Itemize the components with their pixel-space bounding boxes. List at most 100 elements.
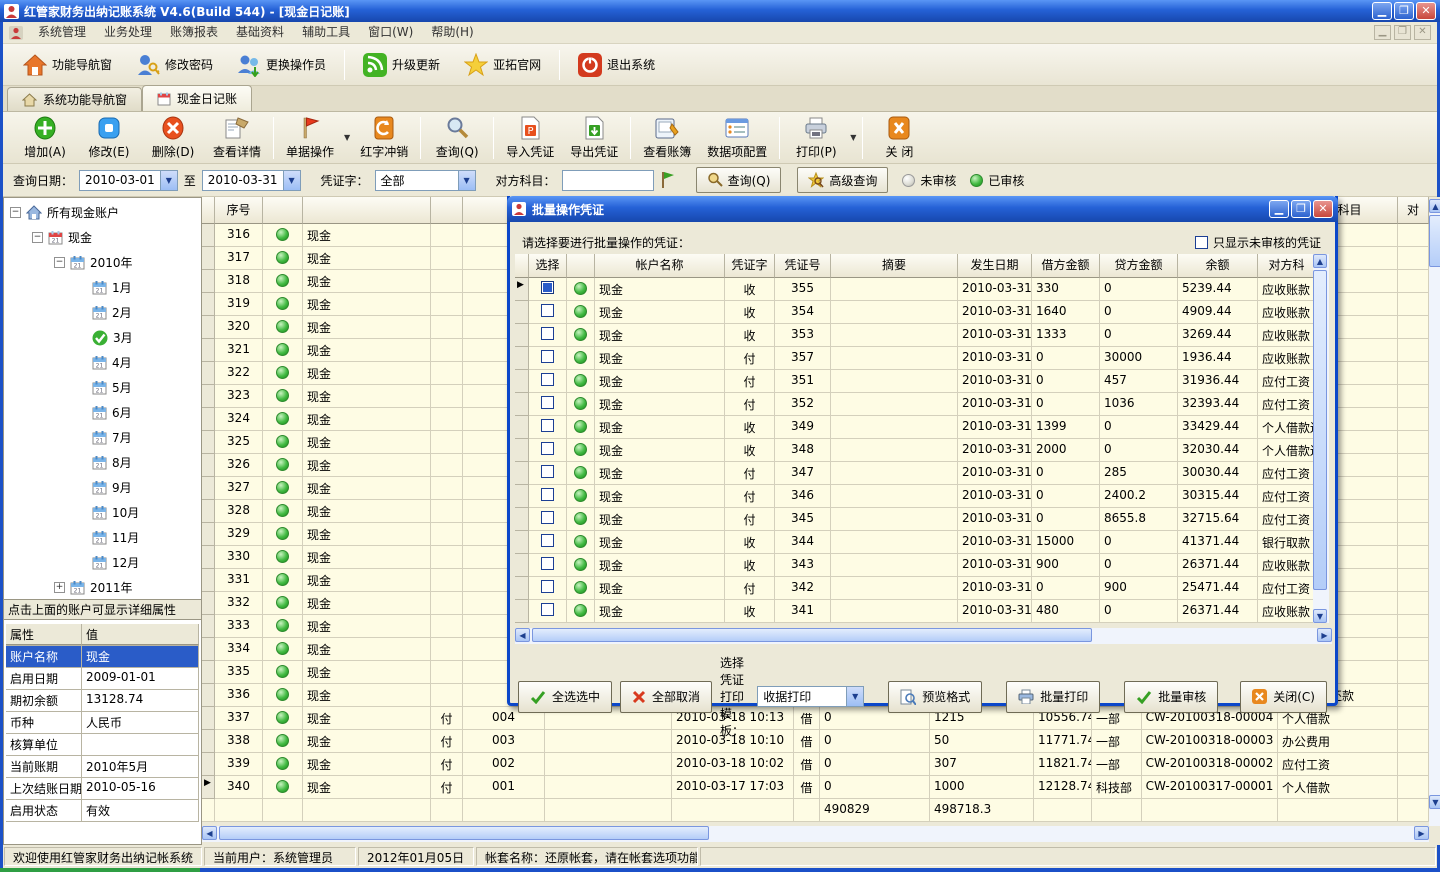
checkbox-icon[interactable]: [541, 488, 554, 501]
checkbox-icon[interactable]: [541, 350, 554, 363]
property-row[interactable]: 上次结账日期2010-05-16: [6, 778, 199, 800]
dialog-column-header-check[interactable]: 选择: [529, 254, 567, 278]
tree-expander-icon[interactable]: −: [32, 232, 43, 243]
delete-button[interactable]: 删除(D): [141, 114, 205, 162]
dialog-column-header-vno[interactable]: 凭证号: [775, 254, 831, 278]
select-all-button[interactable]: 全选选中: [518, 681, 612, 713]
menu-help[interactable]: 帮助(H): [422, 22, 482, 43]
tree-item-6月[interactable]: 216月: [4, 400, 201, 425]
property-row[interactable]: 币种人民币: [6, 712, 199, 734]
dialog-voucher-row[interactable]: ▶现金收3552010-03-3133005239.44应收账款: [515, 278, 1316, 301]
tree-item-9月[interactable]: 219月: [4, 475, 201, 500]
column-header-extra[interactable]: 对: [1398, 197, 1429, 224]
chevron-down-icon[interactable]: ▼: [846, 687, 863, 706]
dialog-column-header-summary[interactable]: 摘要: [831, 254, 958, 278]
dialog-voucher-row[interactable]: 现金付3522010-03-310103632393.44应付工资: [515, 393, 1316, 416]
tree-expander-icon[interactable]: −: [10, 207, 21, 218]
checkbox-icon[interactable]: [541, 419, 554, 432]
checkbox-icon[interactable]: [541, 580, 554, 593]
select-checkbox[interactable]: [529, 393, 567, 416]
view-detail-button[interactable]: 查看详情: [205, 114, 269, 162]
data-config-button[interactable]: 数据项配置: [699, 114, 775, 162]
dialog-column-header-credit[interactable]: 贷方金额: [1100, 254, 1178, 278]
select-checkbox[interactable]: [529, 347, 567, 370]
property-row[interactable]: 核算单位: [6, 734, 199, 756]
exit-button[interactable]: 退出系统: [566, 48, 667, 82]
select-checkbox[interactable]: [529, 554, 567, 577]
dialog-voucher-row[interactable]: 现金付3422010-03-31090025471.44应付工资: [515, 577, 1316, 600]
column-header-marker[interactable]: [202, 197, 215, 224]
table-horizontal-scrollbar[interactable]: ◀ ▶: [202, 826, 1429, 842]
select-checkbox[interactable]: [529, 439, 567, 462]
dialog-voucher-row[interactable]: 现金收3432010-03-31900026371.44应收账款: [515, 554, 1316, 577]
checkbox-icon[interactable]: [541, 534, 554, 547]
close-view-button[interactable]: 关 闭: [867, 114, 931, 162]
column-header-account[interactable]: [303, 197, 431, 224]
red-reversal-button[interactable]: 红字冲销: [352, 114, 416, 162]
dialog-horizontal-scrollbar[interactable]: ◀ ▶: [515, 628, 1332, 644]
dialog-voucher-row[interactable]: 现金付3452010-03-3108655.832715.64应付工资: [515, 508, 1316, 531]
flag-green-icon[interactable]: [660, 171, 676, 189]
select-checkbox[interactable]: [529, 600, 567, 623]
dialog-column-header-marker[interactable]: [515, 254, 529, 278]
dialog-column-header-status[interactable]: [567, 254, 595, 278]
select-checkbox[interactable]: [529, 416, 567, 439]
dialog-maximize-icon[interactable]: ❐: [1291, 200, 1311, 218]
date-from-select[interactable]: 2010-03-01▼: [79, 170, 178, 191]
dialog-voucher-row[interactable]: 现金收3492010-03-311399033429.44个人借款还款: [515, 416, 1316, 439]
website-button[interactable]: 亚拓官网: [452, 48, 553, 82]
batch-review-button[interactable]: 批量审核: [1124, 681, 1218, 713]
checkbox-icon[interactable]: [541, 442, 554, 455]
export-voucher-button[interactable]: 导出凭证: [562, 114, 626, 162]
mdi-restore-icon[interactable]: ❐: [1394, 25, 1411, 40]
tree-item-所有现金账户[interactable]: −所有现金账户: [4, 200, 201, 225]
checkbox-icon[interactable]: [1195, 236, 1208, 249]
select-checkbox[interactable]: [529, 370, 567, 393]
property-row[interactable]: 当前账期2010年5月: [6, 756, 199, 778]
tree-item-4月[interactable]: 214月: [4, 350, 201, 375]
column-header-vtype[interactable]: [431, 197, 463, 224]
mdi-close-icon[interactable]: ✕: [1414, 25, 1431, 40]
date-to-select[interactable]: 2010-03-31▼: [202, 170, 301, 191]
tree-item-7月[interactable]: 217月: [4, 425, 201, 450]
select-checkbox[interactable]: [529, 324, 567, 347]
search-query-button[interactable]: 查询(Q): [696, 167, 782, 193]
tree-item-3月[interactable]: 3月: [4, 325, 201, 350]
dialog-column-header-date[interactable]: 发生日期: [958, 254, 1032, 278]
chevron-down-icon[interactable]: ▼: [160, 171, 177, 190]
tree-item-11月[interactable]: 2111月: [4, 525, 201, 550]
dialog-close-icon[interactable]: ✕: [1313, 200, 1333, 218]
dialog-column-header-debit[interactable]: 借方金额: [1032, 254, 1100, 278]
select-checkbox[interactable]: [529, 531, 567, 554]
tree-item-现金[interactable]: −21现金: [4, 225, 201, 250]
dialog-voucher-row[interactable]: 现金收3482010-03-312000032030.44个人借款还款: [515, 439, 1316, 462]
tree-item-8月[interactable]: 218月: [4, 450, 201, 475]
tree-item-12月[interactable]: 2112月: [4, 550, 201, 575]
dialog-column-header-account[interactable]: 帐户名称: [595, 254, 725, 278]
table-vertical-scrollbar[interactable]: ▲ ▼: [1429, 199, 1440, 826]
property-row[interactable]: 启用状态有效: [6, 800, 199, 822]
restore-icon[interactable]: ❐: [1394, 2, 1414, 20]
table-row[interactable]: ▶340现金付0012010-03-17 17:03借0100012128.74…: [202, 776, 1440, 799]
checkbox-icon[interactable]: [541, 511, 554, 524]
property-row[interactable]: 账户名称现金: [6, 646, 199, 668]
menu-window[interactable]: 窗口(W): [359, 22, 422, 43]
cancel-all-button[interactable]: 全部取消: [620, 681, 712, 713]
batch-print-button[interactable]: 批量打印: [1006, 681, 1100, 713]
checkbox-icon[interactable]: [541, 396, 554, 409]
select-checkbox[interactable]: [529, 485, 567, 508]
tree-item-2010年[interactable]: −212010年: [4, 250, 201, 275]
mdi-minimize-icon[interactable]: ▁: [1374, 25, 1391, 40]
subject-input[interactable]: [562, 170, 654, 191]
dialog-minimize-icon[interactable]: ▁: [1269, 200, 1289, 218]
dialog-close-button[interactable]: 关闭(C): [1240, 681, 1327, 713]
upgrade-button[interactable]: 升级更新: [351, 48, 452, 82]
view-ledger-button[interactable]: 查看账簿: [635, 114, 699, 162]
only-unreviewed-checkbox[interactable]: 只显示未审核的凭证: [1195, 234, 1321, 251]
dialog-voucher-row[interactable]: 现金收3532010-03-31133303269.44应收账款: [515, 324, 1316, 347]
dialog-column-header-balance[interactable]: 余额: [1178, 254, 1258, 278]
print-dropdown-icon[interactable]: ▼: [850, 133, 856, 142]
print-button[interactable]: 打印(P): [784, 114, 848, 162]
tree-expander-icon[interactable]: −: [54, 257, 65, 268]
advanced-search-button[interactable]: 高级查询: [797, 167, 888, 193]
